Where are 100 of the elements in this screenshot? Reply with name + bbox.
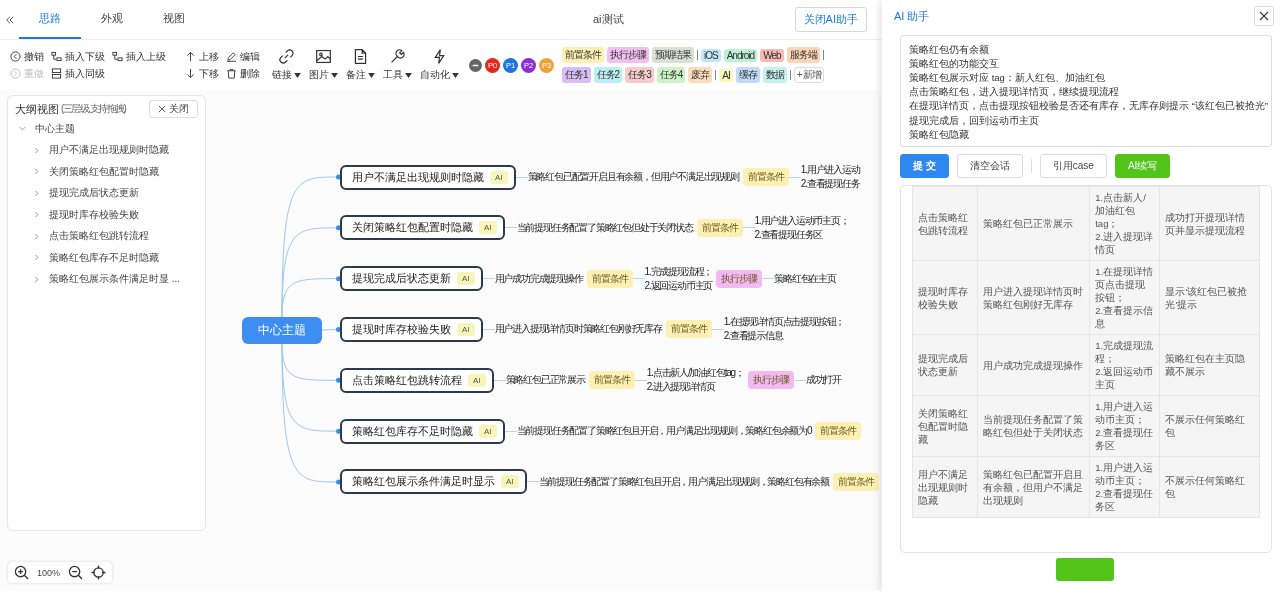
tag-chip[interactable]: 缓存 (735, 67, 760, 83)
action-button[interactable]: 清空会话 (956, 154, 1023, 178)
tag-chip[interactable]: iOS (701, 48, 721, 62)
ai-tag: AI (490, 170, 508, 184)
condition-tag: 前置条件 (815, 422, 862, 441)
toolbar-menu[interactable]: 图片 (309, 48, 338, 82)
chevron-icon[interactable] (33, 189, 40, 197)
chevron-icon[interactable] (19, 125, 26, 133)
toolbar-menu[interactable]: 备注 (346, 48, 375, 82)
close-outline-button[interactable]: 关闭 (149, 100, 198, 118)
arrow-down-icon (185, 68, 196, 79)
tab[interactable]: 思路 (19, 0, 81, 39)
tag-chip[interactable]: 服务端 (786, 47, 820, 63)
toolbar-menu[interactable]: 链接 (272, 48, 301, 82)
condition-text: 用户成功完成提现操作 (494, 271, 583, 286)
tag-chip[interactable]: AI (719, 68, 733, 82)
topic-node[interactable]: 点击策略红包跳转流程 AI (340, 367, 494, 393)
toolbar-action[interactable]: 删除 (226, 66, 260, 81)
close-button[interactable] (1254, 6, 1274, 26)
zoom-out-icon[interactable] (68, 565, 84, 580)
condition-text: 用户进入提现详情页时策略红包刚好无库存 (494, 322, 662, 337)
topic-node[interactable]: 用户不满足出现规则时隐藏 AI (340, 164, 516, 190)
toolbar-menu[interactable]: 工具 (383, 48, 412, 82)
close-ai-assistant-button[interactable]: 关闭AI助手 (794, 7, 867, 32)
toolbar-action[interactable]: 撤销 (10, 49, 44, 64)
topic-label: 策略红包库存不足时隐藏 (352, 423, 473, 439)
condition-text: 策略红包已正常展示 (505, 373, 585, 388)
caret-icon (405, 72, 412, 78)
chevron-icon[interactable] (33, 211, 40, 219)
tag-chip[interactable]: 任务2 (593, 67, 623, 83)
outline-item[interactable]: 中心主题 (15, 118, 198, 140)
table-cell: 1.在提现详情页点击提现按钮； 2.查看提示信息 (1089, 260, 1160, 335)
tag-chip[interactable]: Web (760, 48, 784, 62)
collapse-icon[interactable] (5, 15, 15, 25)
outline-item[interactable]: 用户不满足出现规则时隐藏 (15, 139, 198, 161)
chevron-icon[interactable] (33, 232, 40, 240)
toolbar-action[interactable]: 插入同级 (51, 66, 105, 81)
chevron-icon[interactable] (33, 146, 40, 154)
tag-chip[interactable]: 任务1 (562, 67, 591, 83)
tag-chip[interactable]: 预期结果 (652, 47, 694, 63)
action-button[interactable]: 引用case (1039, 154, 1107, 178)
topic-node[interactable]: 关闭策略红包配置时隐藏 AI (340, 215, 505, 241)
tag-chip[interactable]: Android (723, 48, 758, 62)
topic-node[interactable]: 策略红包库存不足时隐藏 AI (340, 418, 505, 444)
outline-item[interactable]: 策略红包库存不足时隐藏 (15, 247, 198, 269)
topic-node[interactable]: 提现时库存校验失败 AI (340, 317, 483, 342)
close-icon (158, 105, 166, 113)
outline-item[interactable]: 点击策略红包跳转流程 (15, 225, 198, 247)
undo-icon (10, 51, 21, 62)
topic-node[interactable]: 提现完成后状态更新 AI (340, 266, 483, 292)
locate-icon[interactable] (91, 565, 107, 580)
action-button[interactable] (1056, 558, 1114, 581)
chevron-icon[interactable] (33, 254, 40, 262)
outline-title: 大纲视图 (15, 101, 59, 117)
ai-tag: AI (457, 323, 475, 336)
table-cell: 1.点击新人/加油红包tag； 2.进入提现详情页 (1089, 186, 1160, 261)
topic-node[interactable]: 策略红包展示条件满足时显示 AI (340, 469, 527, 495)
outline-item[interactable]: 关闭策略红包配置时隐藏 (15, 161, 198, 183)
panel-title: AI 助手 (894, 8, 930, 24)
topic-label: 关闭策略红包配置时隐藏 (352, 220, 473, 236)
condition-text: 当前提现任务配置了策略红包但处于关闭状态 (516, 220, 693, 235)
toolbar-action[interactable]: 上移 (185, 49, 219, 64)
tag-chip[interactable]: 前置条件 (562, 47, 604, 63)
tag-chip[interactable]: 数据 (762, 67, 787, 83)
outline-item[interactable]: 策略红包展示条件满足时显 ... (15, 268, 198, 290)
toolbar-menu[interactable]: 自动化 (420, 48, 459, 82)
table-cell: 策略红包已正常展示 (977, 186, 1090, 261)
outline-item[interactable]: 提现时库存校验失败 (15, 204, 198, 226)
table-cell: 1.用户进入运动币主页； 2.查看提现任务区 (1089, 456, 1160, 518)
tab[interactable]: 外观 (81, 0, 143, 39)
zoom-in-icon[interactable] (14, 565, 29, 580)
outline-item[interactable]: 提现完成后状态更新 (15, 182, 198, 204)
tag-chip[interactable]: 执行步骤 (607, 47, 649, 63)
node-tree-icon (51, 51, 62, 62)
prompt-field[interactable]: 策略红包仍有余额 策略红包的功能交互 策略红包展示对应 tag：新人红包、加油红包 点击策略红包，进入提现详情页，继续提现流程 在提现详情页，点击提现按钮校验是否还有库存，无库存则提示 “该红包已被抢光” 提现完成后，回到运动币主页 策略红包隐藏 (900, 35, 1272, 147)
ai-tag: AI (468, 373, 486, 387)
tab[interactable]: 视图 (143, 0, 205, 39)
close-icon (1259, 11, 1269, 21)
toolbar-action[interactable]: 编辑 (226, 49, 260, 64)
table-cell: 不展示任何策略红包 (1159, 456, 1260, 518)
table-cell: 当前提现任务配置了策略红包但处于关闭状态 (977, 395, 1090, 457)
table-cell: 1.用户进入运动币主页； 2.查看提现任务区 (1089, 395, 1160, 457)
condition-tag: 前置条件 (696, 218, 743, 237)
clear-priority-icon[interactable] (469, 58, 482, 72)
node-tree-icon (51, 68, 62, 79)
toolbar-action[interactable]: 插入下级 (51, 49, 105, 64)
add-tag-button[interactable]: + 新增 (793, 67, 825, 83)
toolbar-action[interactable]: 插入上级 (112, 49, 166, 64)
pencil-icon (226, 51, 237, 62)
document-title: ai测试 (593, 12, 624, 27)
tag-chip[interactable]: 废弃 (688, 67, 713, 83)
chevron-icon[interactable] (33, 275, 40, 283)
tag-chip[interactable]: 任务3 (625, 67, 654, 83)
ai-tag: AI (501, 475, 519, 489)
table-cell: 策略红包已配置开启且有余额，但用户不满足出现规则 (977, 456, 1090, 518)
steps-text: 1.完成提现流程； 2.返回运动币主页 (644, 264, 713, 293)
action-button[interactable]: 提 交 (900, 154, 949, 178)
tag-chip[interactable]: 任务4 (656, 67, 686, 83)
chevron-icon[interactable] (33, 168, 40, 176)
toolbar-action[interactable]: 下移 (185, 66, 219, 81)
